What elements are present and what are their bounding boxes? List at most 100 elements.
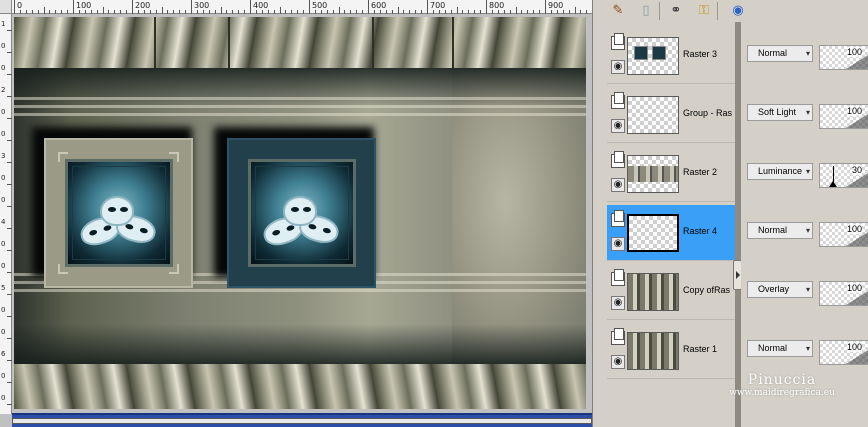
layer-document-icon[interactable] [611, 328, 625, 345]
ruler-left[interactable]: 1 0 0 2 0 0 3 0 0 4 0 0 5 0 0 6 0 0 [0, 14, 12, 414]
ruler-tick [7, 272, 12, 273]
ruler-minor-tick [185, 10, 187, 14]
ruler-minor-tick [137, 10, 139, 14]
layer-name[interactable]: Raster 1 [683, 344, 735, 354]
paint-brush-icon[interactable]: ✎ [609, 2, 627, 20]
blend-mode-value: Normal [758, 225, 788, 235]
opacity-ramp [846, 291, 868, 305]
ruler-minor-tick [202, 10, 204, 14]
ruler-top[interactable]: 0 100 200 300 400 500 600 700 800 900 [12, 0, 592, 14]
band-seam [372, 17, 374, 68]
ruler-tick [7, 140, 12, 141]
ruler-minor-tick [515, 7, 517, 14]
layer-name[interactable]: Group - Ras [683, 108, 735, 118]
ruler-minor-tick [114, 10, 116, 14]
picture-frame-beige [44, 138, 193, 288]
ruler-minor-tick [415, 10, 417, 14]
layer-document-icon[interactable] [611, 92, 625, 109]
band-seam [452, 17, 454, 68]
ruler-label: 0 [1, 174, 6, 182]
link-icon[interactable]: ⚭ [667, 2, 685, 20]
ruler-minor-tick [19, 10, 21, 14]
ruler-tick [368, 0, 369, 14]
chevron-down-icon: ▾ [805, 167, 810, 176]
ruler-minor-tick [255, 10, 257, 14]
layer-name[interactable]: Raster 3 [683, 49, 735, 59]
opacity-slider[interactable]: 30 [819, 163, 868, 188]
horizontal-scrollbar[interactable] [12, 413, 592, 427]
layer-props-row: Normal ▾ 100 [741, 205, 868, 261]
ruler-minor-tick [586, 10, 588, 14]
canvas-area[interactable]: 0 100 200 300 400 500 600 700 800 900 10020030040… [0, 0, 592, 427]
blend-mode-value: Normal [758, 343, 788, 353]
layer-row[interactable]: ◉ Raster 3 [607, 28, 735, 84]
ruler-minor-tick [350, 10, 352, 14]
layer-props-row: Overlay ▾ 100 [741, 264, 868, 320]
ruler-tick [7, 382, 12, 383]
ruler-minor-tick [562, 10, 564, 14]
ruler-label: 800 [489, 1, 505, 10]
ruler-minor-tick [580, 10, 582, 14]
visibility-eye-icon[interactable]: ◉ [611, 237, 625, 251]
layers-list[interactable]: ◉ Raster 3 ◉ Group - Ras ◉ Raster 2 ◉ Raster 4 ◉… [607, 22, 735, 427]
globe-icon[interactable]: ◉ [729, 2, 747, 20]
document-icon[interactable]: ▯ [637, 2, 655, 20]
chevron-down-icon: ▾ [805, 108, 810, 117]
opacity-slider[interactable]: 100 [819, 45, 868, 70]
opacity-slider[interactable]: 100 [819, 222, 868, 247]
ruler-label: 0 [1, 130, 6, 138]
layer-document-icon[interactable] [611, 151, 625, 168]
layer-row[interactable]: ◉ Raster 2 [607, 146, 735, 202]
ruler-minor-tick [462, 10, 464, 14]
layer-document-icon[interactable] [611, 33, 625, 50]
ruler-minor-tick [208, 10, 210, 14]
layer-document-icon[interactable] [611, 210, 625, 227]
ruler-minor-tick [78, 10, 80, 14]
visibility-eye-icon[interactable]: ◉ [611, 119, 625, 133]
layer-row[interactable]: ◉ Copy ofRas [607, 264, 735, 320]
blend-mode-select[interactable]: Overlay ▾ [747, 281, 813, 298]
blend-mode-select[interactable]: Normal ▾ [747, 340, 813, 357]
ruler-minor-tick [568, 10, 570, 14]
blend-mode-select[interactable]: Normal ▾ [747, 222, 813, 239]
watermark-name: Pinuccia [747, 372, 817, 388]
ruler-minor-tick [90, 10, 92, 14]
layer-name[interactable]: Raster 4 [683, 226, 735, 236]
ruler-tick [7, 184, 12, 185]
layer-row[interactable]: ◉ Raster 1 [607, 323, 735, 379]
blend-mode-select[interactable]: Normal ▾ [747, 45, 813, 62]
ruler-label: 700 [430, 1, 446, 10]
opacity-slider[interactable]: 100 [819, 340, 868, 365]
bottom-band [14, 364, 586, 409]
canvas-image[interactable] [14, 17, 586, 409]
layer-row[interactable]: ◉ Group - Ras [607, 87, 735, 143]
layer-name[interactable]: Raster 2 [683, 167, 735, 177]
ruler-label: 300 [194, 1, 210, 10]
opacity-ramp [846, 350, 868, 364]
ruler-minor-tick [102, 7, 104, 14]
layer-row[interactable]: ◉ Raster 4 [607, 205, 735, 261]
blend-mode-select[interactable]: Luminance ▾ [747, 163, 813, 180]
opacity-slider[interactable]: 100 [819, 281, 868, 306]
opacity-slider[interactable]: 100 [819, 104, 868, 129]
light-stripe [14, 97, 586, 100]
blend-mode-select[interactable]: Soft Light ▾ [747, 104, 813, 121]
thumbnail-picture [634, 46, 648, 60]
ruler-label: 200 [135, 1, 151, 10]
ruler-label: 2 [1, 86, 6, 94]
mask-shape [100, 196, 134, 226]
ruler-minor-tick [84, 10, 86, 14]
ruler-minor-tick [149, 10, 151, 14]
layer-name[interactable]: Copy ofRas [683, 285, 735, 295]
layer-document-icon[interactable] [611, 269, 625, 286]
mask-eye [108, 207, 116, 212]
scrollbar-thumb[interactable] [12, 418, 592, 424]
visibility-eye-icon[interactable]: ◉ [611, 60, 625, 74]
visibility-eye-icon[interactable]: ◉ [611, 178, 625, 192]
ruler-label: 0 [1, 328, 6, 336]
opacity-handle[interactable] [829, 181, 837, 187]
lock-icon[interactable]: ⚿ [695, 2, 713, 20]
visibility-eye-icon[interactable]: ◉ [611, 355, 625, 369]
ruler-minor-tick [527, 10, 529, 14]
visibility-eye-icon[interactable]: ◉ [611, 296, 625, 310]
